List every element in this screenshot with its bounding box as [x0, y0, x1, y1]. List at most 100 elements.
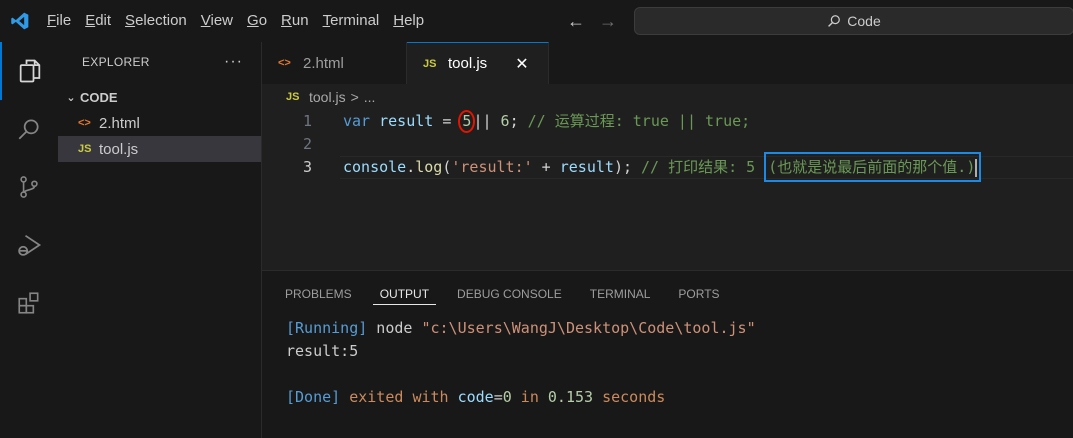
- file-name: 2.html: [99, 114, 140, 132]
- bottom-panel: PROBLEMS OUTPUT DEBUG CONSOLE TERMINAL P…: [262, 270, 1073, 438]
- done-text: seconds: [593, 388, 666, 406]
- vscode-logo-icon: [0, 0, 40, 42]
- extensions-icon[interactable]: [0, 274, 58, 332]
- output-done-line: [Done] exited with code=0 in 0.153 secon…: [286, 386, 1073, 409]
- file-name: tool.js: [99, 140, 139, 158]
- html-file-icon: <>: [78, 117, 91, 129]
- js-file-icon: JS: [423, 57, 437, 70]
- breadcrumb: JS tool.js > ...: [262, 84, 1073, 110]
- menu-help[interactable]: Help: [386, 0, 431, 42]
- panel-tabs: PROBLEMS OUTPUT DEBUG CONSOLE TERMINAL P…: [262, 271, 1073, 317]
- number: 6: [500, 112, 510, 130]
- menu-bar: File Edit Selection View Go Run Terminal…: [40, 0, 431, 42]
- folder-name: CODE: [80, 89, 118, 105]
- operator: +: [532, 158, 560, 176]
- navigation-arrows: ← →: [566, 0, 618, 42]
- done-text: 0: [502, 388, 512, 406]
- explorer-header: EXPLORER ···: [58, 42, 261, 82]
- js-file-icon: JS: [286, 91, 300, 103]
- command-center-label: Code: [847, 13, 881, 29]
- tab-problems[interactable]: PROBLEMS: [278, 283, 359, 305]
- line-content: console.log('result:' + result); // 打印结果…: [343, 152, 982, 182]
- tab-terminal[interactable]: TERMINAL: [583, 283, 658, 305]
- menu-edit[interactable]: Edit: [78, 0, 118, 42]
- output-running-line: [Running] node "c:\Users\WangJ\Desktop\C…: [286, 317, 1073, 340]
- menu-selection[interactable]: Selection: [118, 0, 194, 42]
- title-bar: File Edit Selection View Go Run Terminal…: [0, 0, 1073, 42]
- variable: result: [559, 158, 614, 176]
- code-line-1: 1 var result = 5 || 6; // 运算过程: true || t…: [262, 110, 1073, 133]
- operator: =: [433, 112, 461, 130]
- running-command: node: [367, 319, 422, 337]
- search-icon: [828, 15, 841, 27]
- menu-file[interactable]: File: [40, 0, 78, 42]
- tab-tool-js[interactable]: JS tool.js ✕: [407, 42, 549, 84]
- done-text: with: [412, 388, 449, 406]
- done-time: 0.153: [547, 388, 594, 406]
- running-path: "c:\Users\WangJ\Desktop\Code\tool.js": [421, 319, 756, 337]
- line-number: 3: [302, 158, 312, 176]
- tab-label: 2.html: [303, 54, 344, 72]
- semicolon: ;: [509, 112, 519, 130]
- source-control-icon[interactable]: [0, 158, 58, 216]
- explorer-title: EXPLORER: [82, 55, 150, 69]
- done-text: exited: [340, 388, 413, 406]
- file-item-tool-js[interactable]: JS tool.js: [58, 136, 261, 162]
- function: log: [415, 158, 443, 176]
- object: console: [343, 158, 407, 176]
- tab-2-html[interactable]: <> 2.html: [262, 42, 407, 84]
- search-icon[interactable]: [0, 100, 58, 158]
- code-line-3: 3 console.log('result:' + result); // 打印…: [262, 152, 1073, 182]
- done-tag: [Done]: [286, 388, 341, 406]
- menu-run[interactable]: Run: [274, 0, 316, 42]
- menu-terminal[interactable]: Terminal: [316, 0, 387, 42]
- breadcrumb-file[interactable]: tool.js: [309, 89, 346, 105]
- explorer-icon[interactable]: [0, 42, 58, 100]
- close-icon[interactable]: ✕: [515, 54, 528, 74]
- variable: result: [379, 112, 434, 130]
- done-text: =: [493, 388, 503, 406]
- breadcrumb-symbols[interactable]: ...: [364, 89, 376, 105]
- line-content: var result = 5 || 6; // 运算过程: true || tru…: [343, 110, 750, 133]
- run-debug-icon[interactable]: [0, 216, 58, 274]
- file-item-2-html[interactable]: <> 2.html: [58, 110, 261, 136]
- done-text: code: [448, 388, 494, 406]
- line-number: 1: [302, 112, 312, 130]
- tab-label: tool.js: [448, 55, 488, 72]
- paren: );: [613, 158, 632, 176]
- command-center-search[interactable]: Code: [634, 7, 1073, 35]
- output-result-line: result:5: [286, 342, 359, 360]
- output-content: [Running] node "c:\Users\WangJ\Desktop\C…: [262, 317, 1073, 409]
- comment: // 运算过程: true || true;: [518, 112, 751, 130]
- code-lines: 1 var result = 5 || 6; // 运算过程: true || t…: [262, 110, 1073, 182]
- menu-go[interactable]: Go: [240, 0, 274, 42]
- tab-ports[interactable]: PORTS: [671, 283, 726, 305]
- operator: .: [406, 158, 416, 176]
- comment: // 打印结果: 5: [632, 158, 765, 176]
- back-arrow-icon[interactable]: ←: [566, 11, 586, 32]
- tab-output[interactable]: OUTPUT: [372, 283, 437, 305]
- code-editor[interactable]: JS tool.js > ... 1 var result = 5 || 6; /…: [262, 84, 1073, 270]
- more-actions-icon[interactable]: ···: [224, 53, 243, 71]
- explorer-sidebar: EXPLORER ··· ⌄ CODE <> 2.html JS tool.js: [58, 42, 262, 438]
- operator: ||: [473, 112, 501, 130]
- chevron-down-icon: ⌄: [66, 91, 76, 104]
- tab-debug-console[interactable]: DEBUG CONSOLE: [450, 283, 569, 305]
- editor-tabs: <> 2.html JS tool.js ✕: [262, 42, 1073, 84]
- activity-bar: [0, 42, 58, 438]
- folder-section-code[interactable]: ⌄ CODE: [58, 84, 261, 110]
- keyword: var: [343, 112, 371, 130]
- js-file-icon: JS: [78, 143, 92, 155]
- text-cursor: [975, 158, 978, 177]
- breadcrumb-separator: >: [350, 89, 359, 105]
- output-blank-line: [286, 363, 1073, 386]
- done-text: in: [511, 388, 548, 406]
- running-tag: [Running]: [286, 319, 368, 337]
- menu-view[interactable]: View: [194, 0, 240, 42]
- forward-arrow-icon[interactable]: →: [598, 11, 618, 32]
- line-number: 2: [302, 135, 312, 153]
- html-file-icon: <>: [278, 57, 291, 69]
- string: 'result:': [451, 158, 533, 176]
- boxed-comment: (也就是说最后前面的那个值.): [768, 158, 976, 176]
- blue-box-annotation: (也就是说最后前面的那个值.): [764, 152, 982, 182]
